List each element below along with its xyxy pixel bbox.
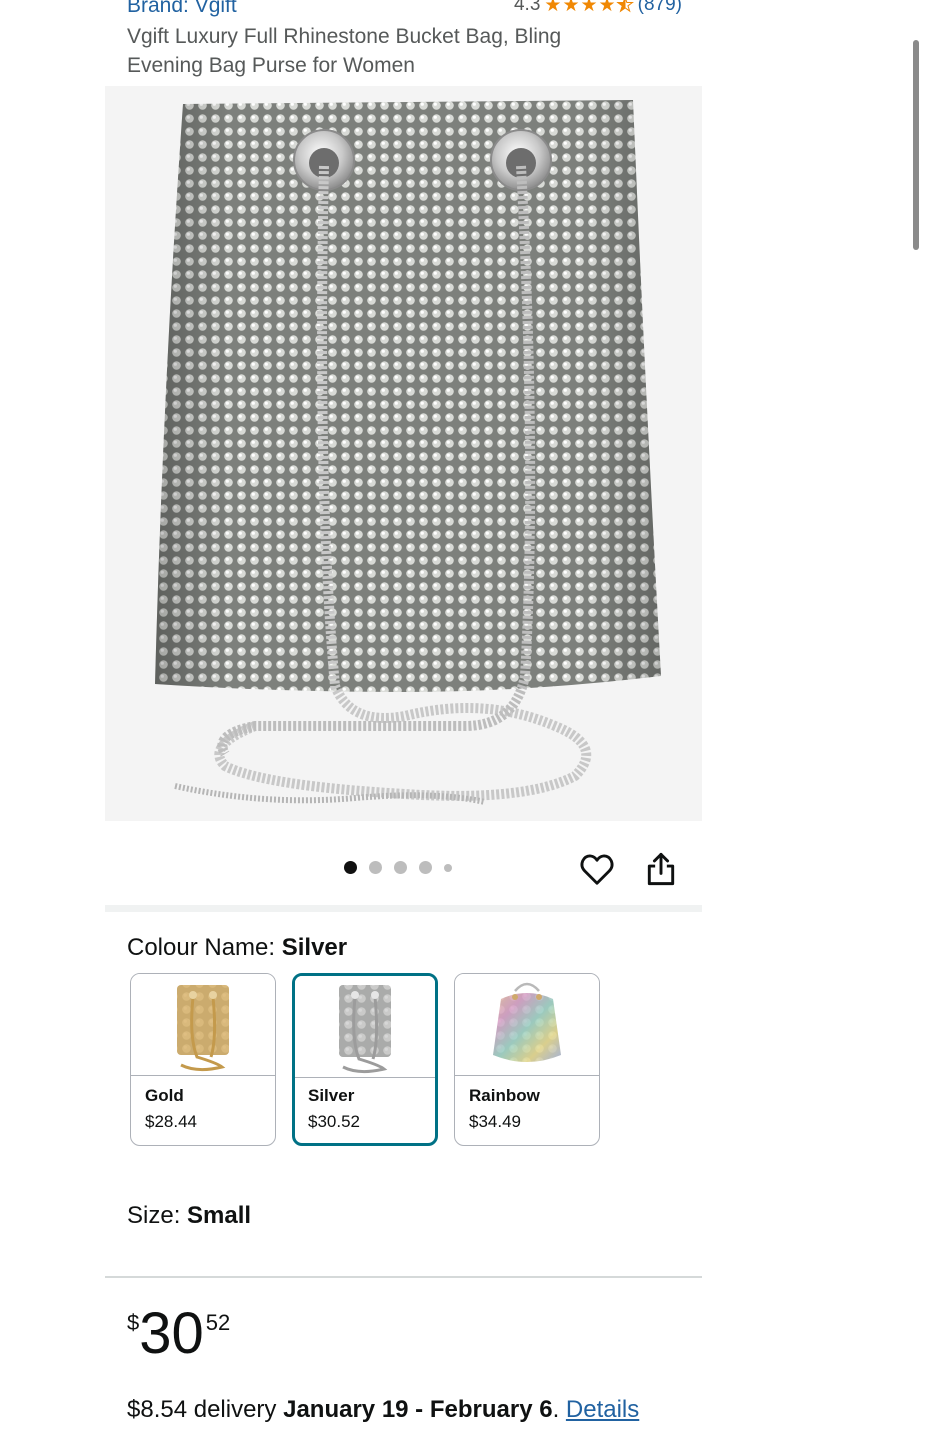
swatch-name: Rainbow: [469, 1086, 540, 1105]
product-title-line: Evening Bag Purse for Women: [127, 54, 415, 77]
brand-link[interactable]: Brand: Vgift: [127, 0, 237, 18]
rating[interactable]: 4.3 ★ ★ ★ ★ ★ (879): [514, 0, 682, 16]
star-icon: ★: [544, 0, 562, 16]
swatch-name: Gold: [145, 1086, 184, 1105]
price-symbol: $: [127, 1310, 140, 1335]
review-count[interactable]: (879): [638, 0, 682, 16]
star-rating: ★ ★ ★ ★ ★: [544, 0, 634, 16]
colour-selected-value: Silver: [281, 934, 348, 961]
delivery-dates: January 19 - February 6: [283, 1396, 553, 1423]
size-selected-value: Small: [187, 1202, 252, 1229]
star-icon: ★: [580, 0, 598, 16]
product-title: Vgift Luxury Full Rhinestone Bucket Bag,…: [127, 22, 627, 80]
swatch-silver[interactable]: Silver $30.52: [292, 973, 438, 1146]
half-star-icon: ★: [616, 0, 634, 15]
bag-image: [155, 100, 661, 805]
price-fraction: 52: [205, 1310, 231, 1335]
colour-label-text: Colour Name:: [127, 934, 282, 961]
section-divider: [105, 905, 702, 912]
colour-swatches: Gold $28.44 Silver $30.52 Rainbow $34.49: [130, 973, 600, 1146]
section-divider: [105, 1276, 702, 1278]
swatch-rainbow[interactable]: Rainbow $34.49: [454, 973, 600, 1146]
size-label[interactable]: Size: Small: [127, 1202, 251, 1230]
delivery-prefix: $8.54 delivery: [127, 1396, 284, 1423]
star-icon: ★: [562, 0, 580, 16]
product-image[interactable]: [105, 86, 702, 821]
delivery-info: $8.54 delivery January 19 - February 6. …: [127, 1396, 639, 1424]
share-icon[interactable]: [643, 850, 679, 888]
heart-icon[interactable]: [578, 850, 616, 888]
delivery-details-link[interactable]: Details: [566, 1396, 639, 1423]
carousel-dot[interactable]: [369, 861, 382, 874]
swatch-name: Silver: [308, 1086, 355, 1105]
rating-value: 4.3: [513, 0, 541, 15]
carousel-dots[interactable]: [344, 861, 452, 874]
swatch-image: [455, 974, 599, 1076]
price-whole: 30: [139, 1301, 204, 1366]
delivery-separator: .: [552, 1396, 566, 1423]
price: $ 30 52: [127, 1304, 230, 1364]
swatch-image: [131, 974, 275, 1076]
carousel-dot[interactable]: [344, 861, 357, 874]
scrollbar[interactable]: [913, 40, 919, 250]
carousel-dot[interactable]: [394, 861, 407, 874]
carousel-dot[interactable]: [444, 863, 452, 872]
swatch-price: $30.52: [308, 1112, 360, 1131]
product-page: Brand: Vgift 4.3 ★ ★ ★ ★ ★ (879) Vgift L…: [0, 0, 929, 1440]
size-label-text: Size:: [127, 1202, 188, 1229]
star-icon: ★: [598, 0, 616, 16]
product-title-line: Vgift Luxury Full Rhinestone Bucket Bag,…: [127, 25, 562, 48]
swatch-image: [295, 976, 435, 1078]
brand-rating-row: Brand: Vgift 4.3 ★ ★ ★ ★ ★ (879): [127, 0, 682, 20]
swatch-gold[interactable]: Gold $28.44: [130, 973, 276, 1146]
swatch-price: $28.44: [145, 1112, 197, 1131]
carousel-dot[interactable]: [419, 861, 432, 874]
colour-label: Colour Name: Silver: [127, 934, 347, 962]
swatch-price: $34.49: [469, 1112, 521, 1131]
